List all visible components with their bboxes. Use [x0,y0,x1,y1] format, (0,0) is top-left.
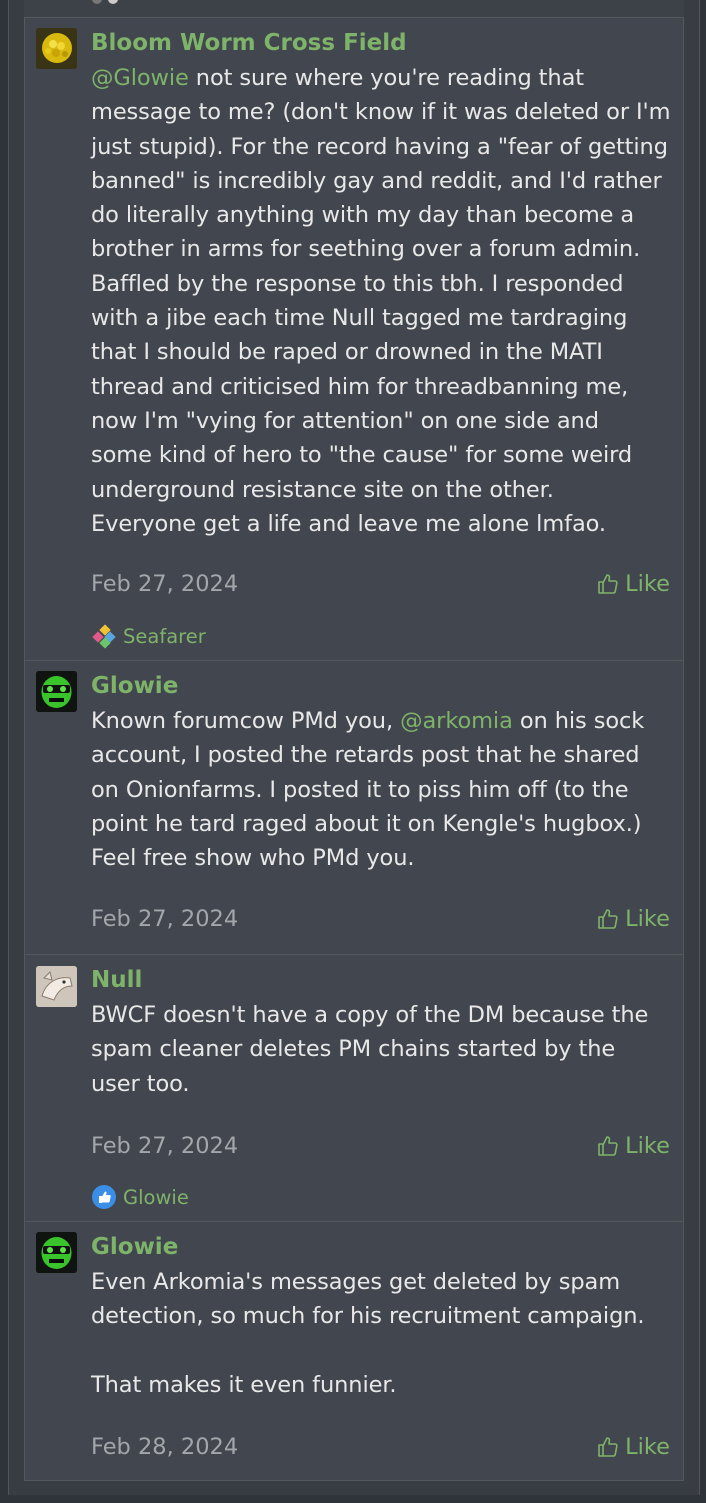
avatar[interactable] [36,966,77,1007]
body-line: Known forumcow PMd you, [91,708,401,734]
thumbs-up-icon [598,1437,618,1457]
body-line: banned" is incredibly gay and reddit, an… [91,167,662,194]
mention-link[interactable]: @Glowie [91,65,189,91]
username[interactable]: Glowie [91,671,675,701]
like-label: Like [625,1434,670,1460]
avatar[interactable] [36,671,77,712]
like-label: Like [625,906,670,932]
like-button[interactable]: Like [596,906,670,932]
body-line: user too. [91,1070,190,1097]
thumbs-up-icon [598,1136,618,1156]
body-line: just stupid). For the record having a "f… [91,133,668,160]
body-line: brother in arms for seething over a foru… [91,236,641,263]
reaction-user[interactable]: Glowie [123,1186,189,1209]
body-line: do literally anything with my day than b… [91,202,635,229]
puzzle-reaction-icon [92,624,116,649]
body-line: Even Arkomia's messages get deleted by s… [91,1269,621,1295]
like-button[interactable]: Like [596,1434,670,1460]
body-line: on his sock [512,708,645,734]
body-line: account, I posted the retards post that … [91,742,640,769]
null-avatar-image [36,966,77,1007]
post-date[interactable]: Feb 27, 2024 [91,1133,238,1159]
body-line: now I'm "vying for attention" on one sid… [91,407,599,434]
like-reaction-icon [92,1185,116,1209]
post-body: @Glowie not sure where you're reading th… [91,61,675,541]
reaction-summary[interactable]: Glowie [91,1184,189,1210]
reaction-icon [92,0,102,4]
body-line: thread and criticised him for threadbann… [91,373,629,400]
body-line: Baffled by the response to this tbh. I r… [91,270,624,297]
body-line: some kind of hero to "the cause" for som… [91,442,633,469]
previous-post-edge [24,0,684,18]
body-line: spam cleaner deletes PM chains started b… [91,1036,616,1063]
username[interactable]: Glowie [91,1232,675,1262]
flower-avatar-image [36,28,77,69]
glowie-avatar-image [36,1232,77,1273]
thumbs-up-icon [598,909,618,929]
post-body: BWCF doesn't have a copy of the DM becau… [91,998,675,1101]
reaction-summary[interactable]: Seafarer [91,623,206,649]
post-glowie-2: Glowie Even Arkomia's messages get delet… [25,1222,683,1480]
reaction-user[interactable]: Seafarer [123,625,206,648]
post-date[interactable]: Feb 27, 2024 [91,571,238,597]
like-button[interactable]: Like [596,1133,670,1159]
body-line: Feel free show who PMd you. [91,845,415,872]
body-line: not sure where you're reading that [188,65,584,91]
body-line: underground resistance site on the other… [91,476,554,503]
body-line: point he tard raged about it on Kengle's… [91,810,642,837]
body-line: detection, so much for his recruitment c… [91,1303,645,1330]
like-label: Like [625,1133,670,1159]
like-label: Like [625,571,670,597]
username[interactable]: Null [91,965,675,995]
avatar[interactable] [36,1232,77,1273]
post-glowie-1: Glowie Known forumcow PMd you, @arkomia … [25,661,683,955]
body-line: on Onionfarms. I posted it to piss him o… [91,776,629,803]
thread-container: Bloom Worm Cross Field @Glowie not sure … [24,17,684,1481]
post-date[interactable]: Feb 27, 2024 [91,906,238,932]
body-line: BWCF doesn't have a copy of the DM becau… [91,1002,649,1028]
post-bloom-worm: Bloom Worm Cross Field @Glowie not sure … [25,18,683,661]
mention-link[interactable]: @arkomia [400,708,513,734]
reaction-icon [108,0,118,4]
like-button[interactable]: Like [596,571,670,597]
post-null: Null BWCF doesn't have a copy of the DM … [25,955,683,1222]
glowie-avatar-image [36,671,77,712]
post-date[interactable]: Feb 28, 2024 [91,1434,238,1460]
body-line: Everyone get a life and leave me alone l… [91,510,606,537]
username[interactable]: Bloom Worm Cross Field [91,28,675,58]
post-body: Known forumcow PMd you, @arkomia on his … [91,704,675,875]
body-line: That makes it even funnier. [91,1371,397,1398]
post-body: Even Arkomia's messages get deleted by s… [91,1265,675,1402]
body-line: with a jibe each time Null tagged me tar… [91,305,628,332]
avatar[interactable] [36,28,77,69]
body-line: that I should be raped or drowned in the… [91,339,603,366]
thumbs-up-icon [598,574,618,594]
body-line: message to me? (don't know if it was del… [91,99,671,126]
